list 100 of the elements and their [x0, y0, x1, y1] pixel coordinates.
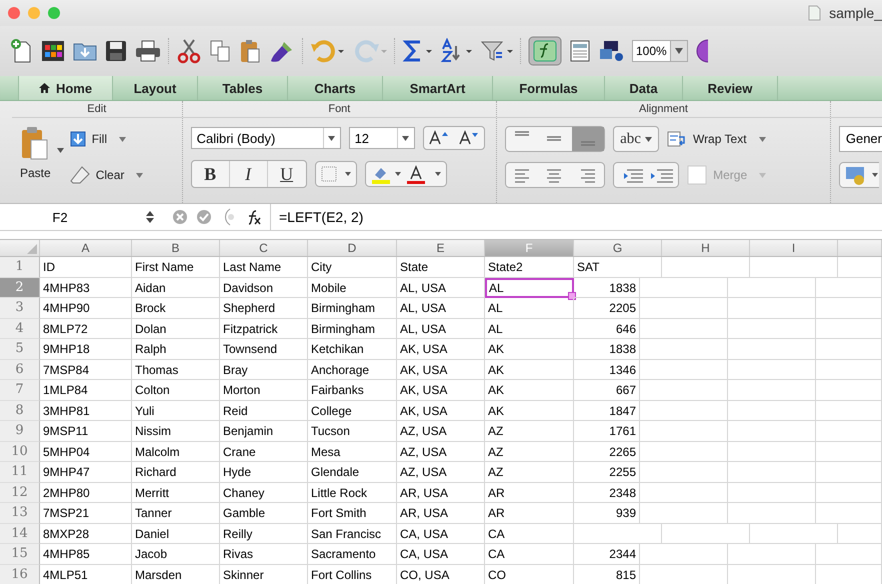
- table-cell: Skinner: [220, 564, 308, 584]
- table-cell: AZ, USA: [397, 462, 485, 482]
- formula-field[interactable]: =LEFT(E2, 2): [270, 204, 882, 230]
- paste-button[interactable]: Paste: [20, 126, 51, 188]
- print-icon[interactable]: [134, 39, 162, 63]
- caret-icon: [119, 136, 126, 142]
- clipboard-icon[interactable]: [238, 38, 262, 64]
- table-cell: 3MHP81: [40, 400, 132, 421]
- scissors-icon[interactable]: [176, 38, 202, 64]
- column-header[interactable]: C: [220, 240, 308, 256]
- name-box[interactable]: F2: [0, 210, 120, 224]
- clear-button[interactable]: Clear: [70, 162, 144, 188]
- window-title: sample_: [829, 5, 882, 21]
- ribbon-tab[interactable]: Review: [683, 76, 778, 100]
- table-cell: CO: [485, 564, 574, 584]
- function-icon[interactable]: [528, 36, 562, 66]
- save-icon[interactable]: [104, 39, 128, 63]
- borders-icon[interactable]: [314, 161, 357, 187]
- row-header[interactable]: 14: [0, 524, 40, 544]
- row-header[interactable]: 5: [0, 339, 40, 360]
- table-cell: Nissim: [132, 421, 220, 442]
- row-header[interactable]: 8: [0, 400, 40, 421]
- group-label: Font: [182, 101, 496, 118]
- fill-handle[interactable]: [568, 292, 576, 300]
- row-header[interactable]: 12: [0, 482, 40, 503]
- table-cell: AL, USA: [397, 298, 485, 318]
- table-cell: Jacob: [132, 544, 220, 564]
- fill-button[interactable]: Fill: [70, 126, 144, 152]
- merge-icon: [687, 165, 708, 185]
- media-icon[interactable]: [598, 39, 626, 63]
- row-header[interactable]: 1: [0, 257, 40, 278]
- table-cell: CA: [485, 524, 574, 544]
- column-header[interactable]: D: [308, 240, 397, 256]
- table-cell: Last Name: [220, 257, 308, 278]
- caret-icon[interactable]: [56, 148, 64, 153]
- column-header[interactable]: B: [132, 240, 220, 256]
- text-color-icon[interactable]: [364, 161, 447, 187]
- ribbon-tab[interactable]: Formulas: [493, 76, 605, 100]
- ribbon-tab[interactable]: SmartArt: [383, 76, 493, 100]
- row-header[interactable]: 16: [0, 564, 40, 584]
- table-cell: 2205: [574, 298, 640, 318]
- italic-button[interactable]: I: [230, 161, 268, 187]
- table-cell: Glendale: [308, 462, 397, 482]
- table-cell: AR: [485, 503, 574, 524]
- toolbox-icon[interactable]: [568, 39, 592, 63]
- ribbon-tab[interactable]: Charts: [288, 76, 383, 100]
- currency-icon[interactable]: [838, 162, 879, 188]
- number-format-dropdown[interactable]: Gener: [838, 126, 882, 152]
- font-name-dropdown[interactable]: Calibri (Body): [190, 127, 341, 149]
- table-cell: Crane: [220, 442, 308, 462]
- table-cell: Malcolm: [132, 442, 220, 462]
- table-cell: SAT: [574, 257, 662, 278]
- help-icon[interactable]: [694, 38, 708, 64]
- table-cell: AZ: [485, 442, 574, 462]
- row-header[interactable]: 11: [0, 462, 40, 482]
- gallery-icon[interactable]: [40, 39, 66, 63]
- vertical-align-icon[interactable]: [505, 126, 606, 152]
- table-cell: 1761: [574, 421, 640, 442]
- column-header[interactable]: A: [40, 240, 132, 256]
- underline-button[interactable]: U: [268, 161, 306, 187]
- ribbon-tab[interactable]: Tables: [198, 76, 288, 100]
- table-cell: AK: [485, 400, 574, 421]
- ribbon-tab[interactable]: Data: [605, 76, 683, 100]
- row-header[interactable]: 13: [0, 503, 40, 524]
- row-header[interactable]: 9: [0, 421, 40, 442]
- caret-icon: [759, 172, 766, 178]
- column-header[interactable]: H: [662, 240, 750, 256]
- orientation-button[interactable]: abc: [613, 126, 659, 152]
- wrap-text-icon: [666, 131, 687, 147]
- column-header[interactable]: I: [750, 240, 838, 256]
- sum-icon[interactable]: [402, 39, 434, 63]
- table-cell: Birmingham: [308, 318, 397, 339]
- row-header[interactable]: 15: [0, 544, 40, 564]
- indent-icon[interactable]: [613, 162, 680, 188]
- row-header[interactable]: 4: [0, 318, 40, 339]
- zoom-field[interactable]: 100%: [632, 40, 688, 62]
- table-cell: Fairbanks: [308, 380, 397, 400]
- horizontal-align-icon[interactable]: [505, 162, 606, 188]
- copy-icon[interactable]: [208, 38, 232, 64]
- column-header[interactable]: G: [574, 240, 662, 256]
- wrap-text-button[interactable]: Wrap Text: [666, 126, 766, 152]
- row-header[interactable]: 7: [0, 380, 40, 400]
- bold-button[interactable]: B: [192, 161, 230, 187]
- table-cell: Fort Smith: [308, 503, 397, 524]
- caret-icon: [328, 136, 336, 140]
- sort-icon[interactable]: [440, 38, 474, 64]
- table-cell: 8MXP28: [40, 524, 132, 544]
- font-size-dropdown[interactable]: 12: [348, 127, 415, 149]
- stepper-icon[interactable]: [146, 211, 154, 223]
- fill-down-icon: [70, 131, 86, 147]
- table-cell: AR: [485, 482, 574, 503]
- filter-icon[interactable]: [480, 39, 514, 63]
- ribbon-tab[interactable]: Layout: [113, 76, 198, 100]
- table-cell: Reid: [220, 400, 308, 421]
- table-cell: AK: [485, 360, 574, 380]
- row-header[interactable]: 6: [0, 360, 40, 380]
- row-header[interactable]: 10: [0, 442, 40, 462]
- row-header[interactable]: 3: [0, 298, 40, 318]
- ribbon-tab[interactable]: Home: [18, 76, 113, 100]
- table-cell: 815: [574, 564, 640, 584]
